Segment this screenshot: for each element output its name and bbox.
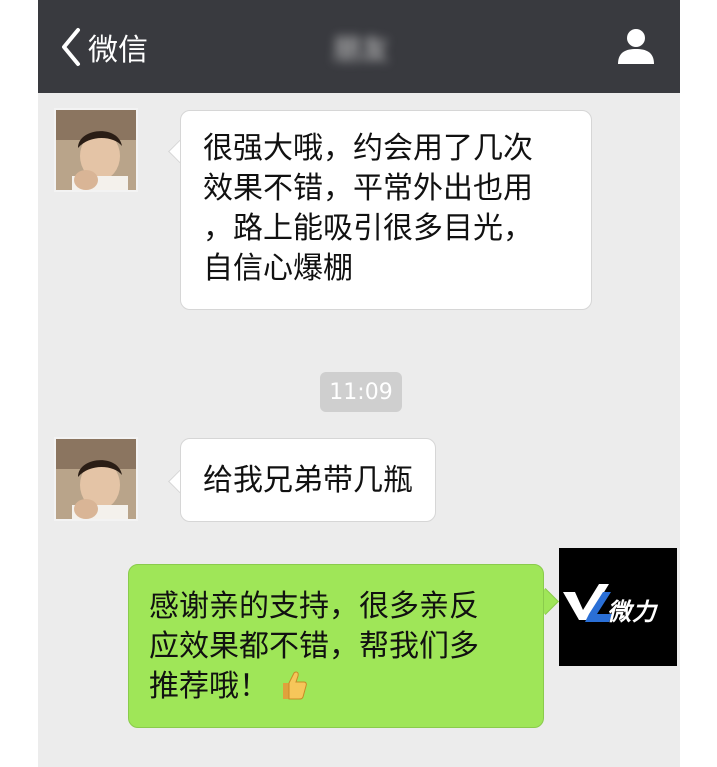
message-text: 给我兄弟带几瓶 — [203, 463, 413, 498]
chat-title: 朋友 — [333, 33, 390, 66]
thumbs-up-icon — [283, 671, 307, 700]
navbar: 微信 朋友 — [38, 0, 680, 93]
chat-screen: 微信 朋友 很强大哦，约会用了几次 效果不错，平常外出也用 ，路上能吸引很多目光… — [38, 0, 680, 767]
incoming-message-bubble[interactable]: 给我兄弟带几瓶 — [180, 438, 436, 522]
contact-photo — [56, 110, 136, 190]
contact-avatar[interactable] — [54, 108, 138, 192]
contact-photo — [56, 439, 136, 519]
back-label: 微信 — [88, 33, 148, 68]
contact-avatar[interactable] — [54, 437, 138, 521]
logo-text: 微力 — [607, 598, 657, 626]
chevron-left-icon — [62, 28, 80, 66]
incoming-message-bubble[interactable]: 很强大哦，约会用了几次 效果不错，平常外出也用 ，路上能吸引很多目光， 自信心爆… — [180, 110, 592, 310]
sender-avatar[interactable]: 微力 — [559, 548, 677, 666]
outgoing-message-bubble[interactable]: 感谢亲的支持，很多亲反 应效果都不错，帮我们多 推荐哦！ — [128, 564, 544, 728]
back-button[interactable]: 微信 — [58, 24, 148, 70]
message-text: 很强大哦，约会用了几次 效果不错，平常外出也用 ，路上能吸引很多目光， 自信心爆… — [203, 131, 533, 286]
profile-icon[interactable] — [614, 24, 658, 68]
message-text: 感谢亲的支持，很多亲反 应效果都不错，帮我们多 推荐哦！ — [149, 589, 479, 704]
timestamp-badge: 11:09 — [320, 372, 402, 412]
